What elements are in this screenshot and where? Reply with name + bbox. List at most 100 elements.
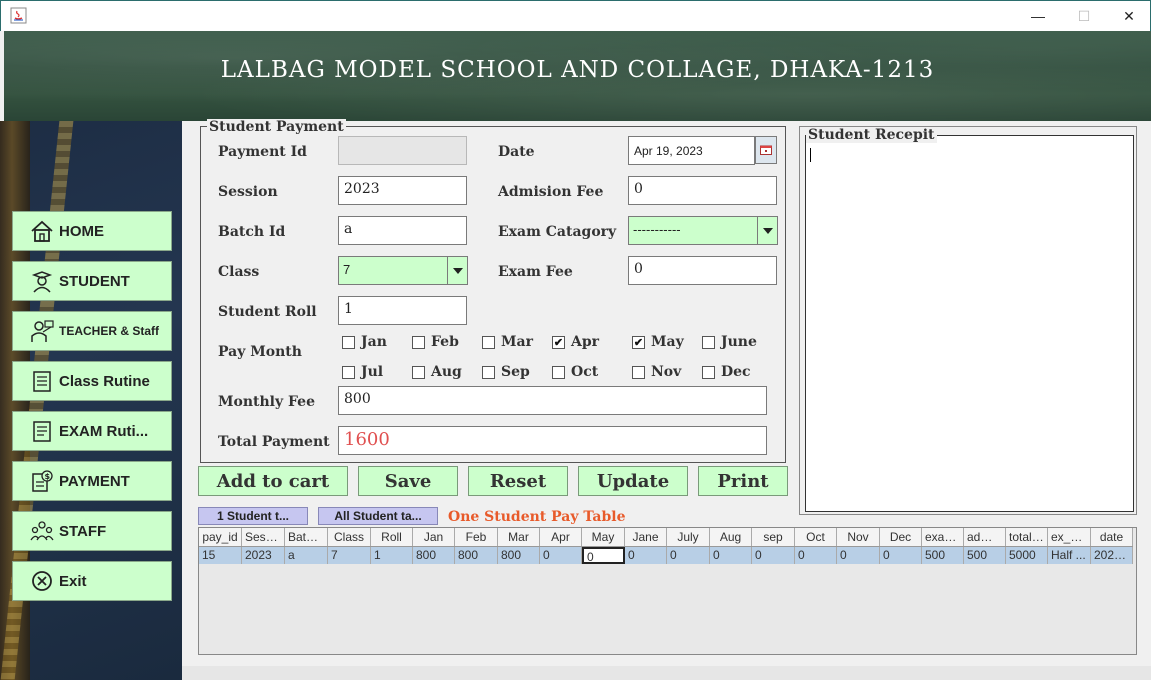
column-header[interactable]: Oct [795,528,837,546]
table-cell[interactable]: 7 [328,547,371,564]
column-header[interactable]: exam... [922,528,964,546]
month-checkbox-jan[interactable]: Jan [342,334,387,350]
column-header[interactable]: Dec [880,528,922,546]
exam-category-select[interactable]: ----------- [628,216,778,245]
column-header[interactable]: Feb [455,528,498,546]
month-checkbox-sep[interactable]: Sep [482,364,530,380]
checkbox-box[interactable] [702,365,715,379]
payment-table[interactable]: pay_id Sessi... Batch... Class Roll Jan Feb Mar… [198,527,1137,655]
sidebar-item-teacher[interactable]: TEACHER & Staff [12,311,172,351]
table-cell[interactable]: 15 [199,547,242,564]
table-cell[interactable]: 500 [964,547,1006,564]
column-header[interactable]: Class [328,528,371,546]
table-cell[interactable]: 0 [667,547,710,564]
month-checkbox-oct[interactable]: Oct [552,364,598,380]
column-header[interactable]: Apr [540,528,582,546]
checkbox-box[interactable] [412,335,425,349]
print-button[interactable]: Print [698,466,788,496]
student-roll-field[interactable]: 1 [338,296,467,325]
sidebar-item-student[interactable]: STUDENT [12,261,172,301]
column-header[interactable]: admi... [964,528,1006,546]
table-cell[interactable]: 800 [455,547,498,564]
month-checkbox-apr[interactable]: ✔ Apr [552,334,599,350]
total-payment-field[interactable]: 1600 [338,426,767,455]
column-header[interactable]: July [667,528,710,546]
sidebar-item-home[interactable]: HOME [12,211,172,251]
table-cell[interactable]: 5000 [1006,547,1048,564]
table-cell[interactable]: 0 [582,547,625,564]
receipt-textarea[interactable] [805,135,1134,512]
class-select[interactable]: 7 [338,256,468,285]
table-cell[interactable]: 0 [837,547,880,564]
column-header[interactable]: sep [752,528,795,546]
admission-fee-field[interactable]: 0 [628,176,777,205]
table-cell[interactable]: a [285,547,328,564]
column-header[interactable]: Aug [710,528,752,546]
column-header[interactable]: Jan [413,528,455,546]
sidebar-item-exam-routine[interactable]: EXAM Ruti... [12,411,172,451]
column-header[interactable]: Mar [498,528,540,546]
checkbox-box[interactable] [342,365,355,379]
payment-id-field[interactable] [338,136,467,165]
column-header[interactable]: May [582,528,625,546]
table-cell[interactable]: 1 [371,547,413,564]
close-button[interactable]: ✕ [1106,1,1151,31]
calendar-button[interactable] [755,136,777,164]
table-cell[interactable]: 0 [625,547,667,564]
update-button[interactable]: Update [578,466,688,496]
column-header[interactable]: Nov [837,528,880,546]
month-checkbox-dec[interactable]: Dec [702,364,751,380]
column-header[interactable]: totalP... [1006,528,1048,546]
column-header[interactable]: Roll [371,528,413,546]
maximize-button[interactable]: ☐ [1061,1,1107,31]
checkbox-box-checked[interactable]: ✔ [632,335,645,349]
sidebar-item-payment[interactable]: $ PAYMENT [12,461,172,501]
session-field[interactable]: 2023 [338,176,467,205]
checkbox-box[interactable] [482,365,495,379]
table-row[interactable]: 15 2023 a 7 1 800 800 800 0 0 0 0 0 0 0 0 0 500 500 5000 Hal… [199,547,1133,564]
month-checkbox-nov[interactable]: Nov [632,364,681,380]
checkbox-box[interactable] [482,335,495,349]
column-header[interactable]: Batch... [285,528,328,546]
month-checkbox-june[interactable]: June [702,334,757,350]
month-checkbox-aug[interactable]: Aug [412,364,462,380]
table-cell[interactable]: 0 [880,547,922,564]
column-header[interactable]: Jane [625,528,667,546]
month-checkbox-jul[interactable]: Jul [342,364,383,380]
checkbox-box[interactable] [702,335,715,349]
chevron-down-icon[interactable] [447,257,467,284]
month-checkbox-feb[interactable]: Feb [412,334,459,350]
column-header[interactable]: date [1091,528,1133,546]
table-cell[interactable]: 800 [413,547,455,564]
table-cell[interactable]: 0 [710,547,752,564]
checkbox-box[interactable] [412,365,425,379]
column-header[interactable]: ex_ca... [1048,528,1091,546]
month-checkbox-mar[interactable]: Mar [482,334,533,350]
checkbox-box-checked[interactable]: ✔ [552,335,565,349]
date-field[interactable]: Apr 19, 2023 [628,136,755,165]
tab-one-student-table[interactable]: 1 Student t... [198,507,308,525]
table-cell[interactable]: 0 [752,547,795,564]
checkbox-box[interactable] [552,365,565,379]
exam-fee-field[interactable]: 0 [628,256,777,285]
sidebar-item-class-routine[interactable]: Class Rutine [12,361,172,401]
tab-all-student-table[interactable]: All Student ta... [318,507,438,525]
sidebar-item-staff[interactable]: STAFF [12,511,172,551]
table-cell[interactable]: Half ... [1048,547,1091,564]
chevron-down-icon[interactable] [757,217,777,244]
table-cell[interactable]: 500 [922,547,964,564]
checkbox-box[interactable] [632,365,645,379]
checkbox-box[interactable] [342,335,355,349]
month-checkbox-may[interactable]: ✔ May [632,334,684,350]
add-to-cart-button[interactable]: Add to cart [198,466,348,496]
table-cell[interactable]: 800 [498,547,540,564]
column-header[interactable]: pay_id [199,528,242,546]
reset-button[interactable]: Reset [468,466,568,496]
table-cell[interactable]: 0 [540,547,582,564]
batch-id-field[interactable]: a [338,216,467,245]
monthly-fee-field[interactable]: 800 [338,386,767,415]
table-cell[interactable]: 2023... [1091,547,1133,564]
table-cell[interactable]: 0 [795,547,837,564]
save-button[interactable]: Save [358,466,458,496]
column-header[interactable]: Sessi... [242,528,285,546]
